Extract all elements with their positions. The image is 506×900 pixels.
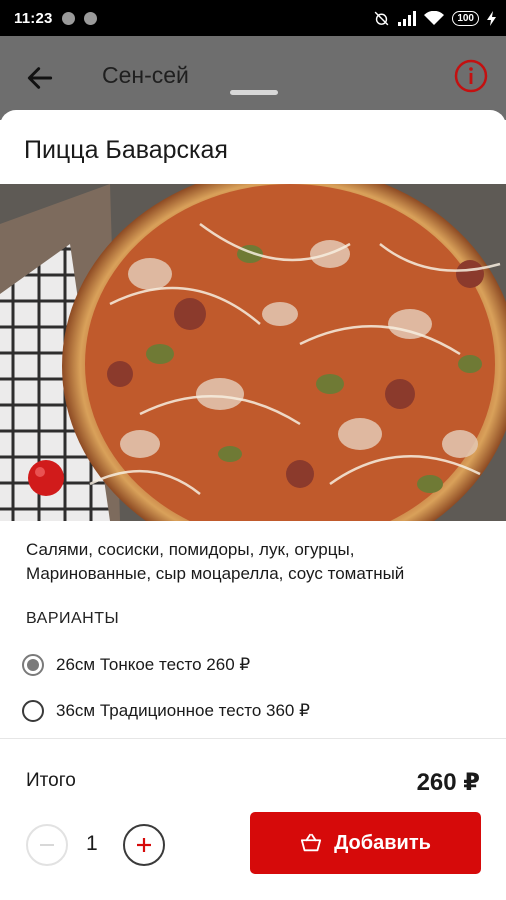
add-button-label: Добавить xyxy=(334,831,431,854)
status-bar: 11:23 100 xyxy=(0,0,506,36)
variant-label: 36см Традиционное тесто 360 ₽ xyxy=(56,701,310,720)
signal-icon xyxy=(398,10,417,26)
plus-icon xyxy=(137,838,151,852)
pizza-photo xyxy=(0,184,506,521)
sheet-drag-handle[interactable] xyxy=(230,90,278,95)
radio-selected-icon[interactable] xyxy=(22,654,44,676)
product-sheet: Пицца Баварская Салями, сосиски, помидор… xyxy=(0,110,506,900)
total-label: Итого xyxy=(26,770,76,791)
product-description: Салями, сосиски, помидоры, лук, огурцы, … xyxy=(26,538,496,586)
total-price: 260 ₽ xyxy=(416,769,480,796)
description-line: Салями, сосиски, помидоры, лук, огурцы, xyxy=(26,540,355,559)
increase-quantity-button[interactable] xyxy=(123,824,165,866)
app-bar-title: Сен-сей xyxy=(102,62,189,88)
notification-dot-icon xyxy=(61,11,75,25)
decrease-quantity-button[interactable] xyxy=(26,824,68,866)
app-bar: Сен-сей xyxy=(0,36,506,120)
variants-heading: ВАРИАНТЫ xyxy=(26,610,120,627)
minus-icon xyxy=(40,844,54,846)
product-title: Пицца Баварская xyxy=(24,136,228,164)
charging-icon xyxy=(487,10,496,26)
variant-option-36cm[interactable]: 36см Традиционное тесто 360 ₽ xyxy=(22,696,310,726)
variant-option-26cm[interactable]: 26см Тонкое тесто 260 ₽ xyxy=(22,650,250,680)
quantity-value: 1 xyxy=(86,832,98,855)
status-time: 11:23 xyxy=(14,9,53,27)
wifi-icon xyxy=(424,10,445,25)
radio-unselected-icon[interactable] xyxy=(22,700,44,722)
battery-level: 100 xyxy=(452,10,479,26)
variant-label: 26см Тонкое тесто 260 ₽ xyxy=(56,655,251,674)
description-line: Маринованные, сыр моцарелла, соус томатн… xyxy=(26,564,405,583)
info-circle-icon[interactable] xyxy=(453,58,489,94)
arrow-left-icon[interactable] xyxy=(24,62,56,94)
alarm-off-icon xyxy=(374,11,389,25)
add-to-cart-button[interactable]: Добавить xyxy=(250,812,481,874)
notification-dot-icon xyxy=(83,11,97,25)
basket-icon xyxy=(300,833,322,852)
status-icons: 100 xyxy=(373,10,496,27)
divider xyxy=(0,738,506,739)
